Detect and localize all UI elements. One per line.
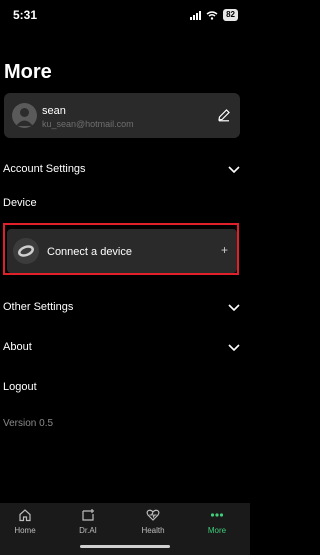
status-icons: 82 [190, 9, 238, 21]
signal-icon [190, 10, 202, 20]
tab-home[interactable]: Home [0, 508, 50, 538]
chevron-down-icon [228, 166, 240, 174]
tab-dr-ai[interactable]: Dr.AI [63, 508, 113, 538]
more-icon [210, 513, 224, 517]
health-icon [146, 509, 160, 521]
about-row[interactable]: About [3, 338, 240, 358]
version-text: Version 0.5 [3, 418, 54, 429]
profile-name: sean [42, 105, 66, 117]
wifi-icon [206, 10, 218, 20]
profile-email: ku_sean@hotmail.com [42, 119, 134, 129]
home-indicator [80, 545, 170, 548]
account-settings-row[interactable]: Account Settings [3, 160, 240, 180]
device-section: Device [3, 194, 240, 214]
page-title: More [4, 61, 52, 83]
tab-dr-ai-label: Dr.AI [79, 526, 97, 535]
chevron-down-icon [228, 344, 240, 352]
avatar [12, 103, 37, 128]
tab-health[interactable]: Health [128, 508, 178, 538]
battery-icon: 82 [223, 9, 238, 21]
tab-more-label: More [207, 526, 227, 535]
device-section-label: Device [3, 197, 37, 209]
other-settings-label: Other Settings [3, 301, 74, 313]
tab-health-label: Health [141, 526, 165, 535]
logout-label: Logout [3, 381, 37, 393]
status-bar: 5:31 82 [0, 0, 250, 30]
home-icon [19, 509, 31, 522]
account-settings-label: Account Settings [3, 163, 86, 175]
profile-card[interactable]: sean ku_sean@hotmail.com [4, 93, 240, 138]
tab-more[interactable]: More [192, 508, 242, 538]
dr-ai-icon [82, 509, 94, 521]
edit-icon[interactable] [217, 108, 231, 122]
chevron-down-icon [228, 304, 240, 312]
logout-row[interactable]: Logout [3, 378, 240, 398]
highlight-box [3, 223, 239, 275]
about-label: About [3, 341, 32, 353]
user-icon [16, 108, 33, 126]
tab-home-label: Home [14, 526, 36, 535]
other-settings-row[interactable]: Other Settings [3, 298, 240, 318]
status-time: 5:31 [13, 8, 38, 22]
